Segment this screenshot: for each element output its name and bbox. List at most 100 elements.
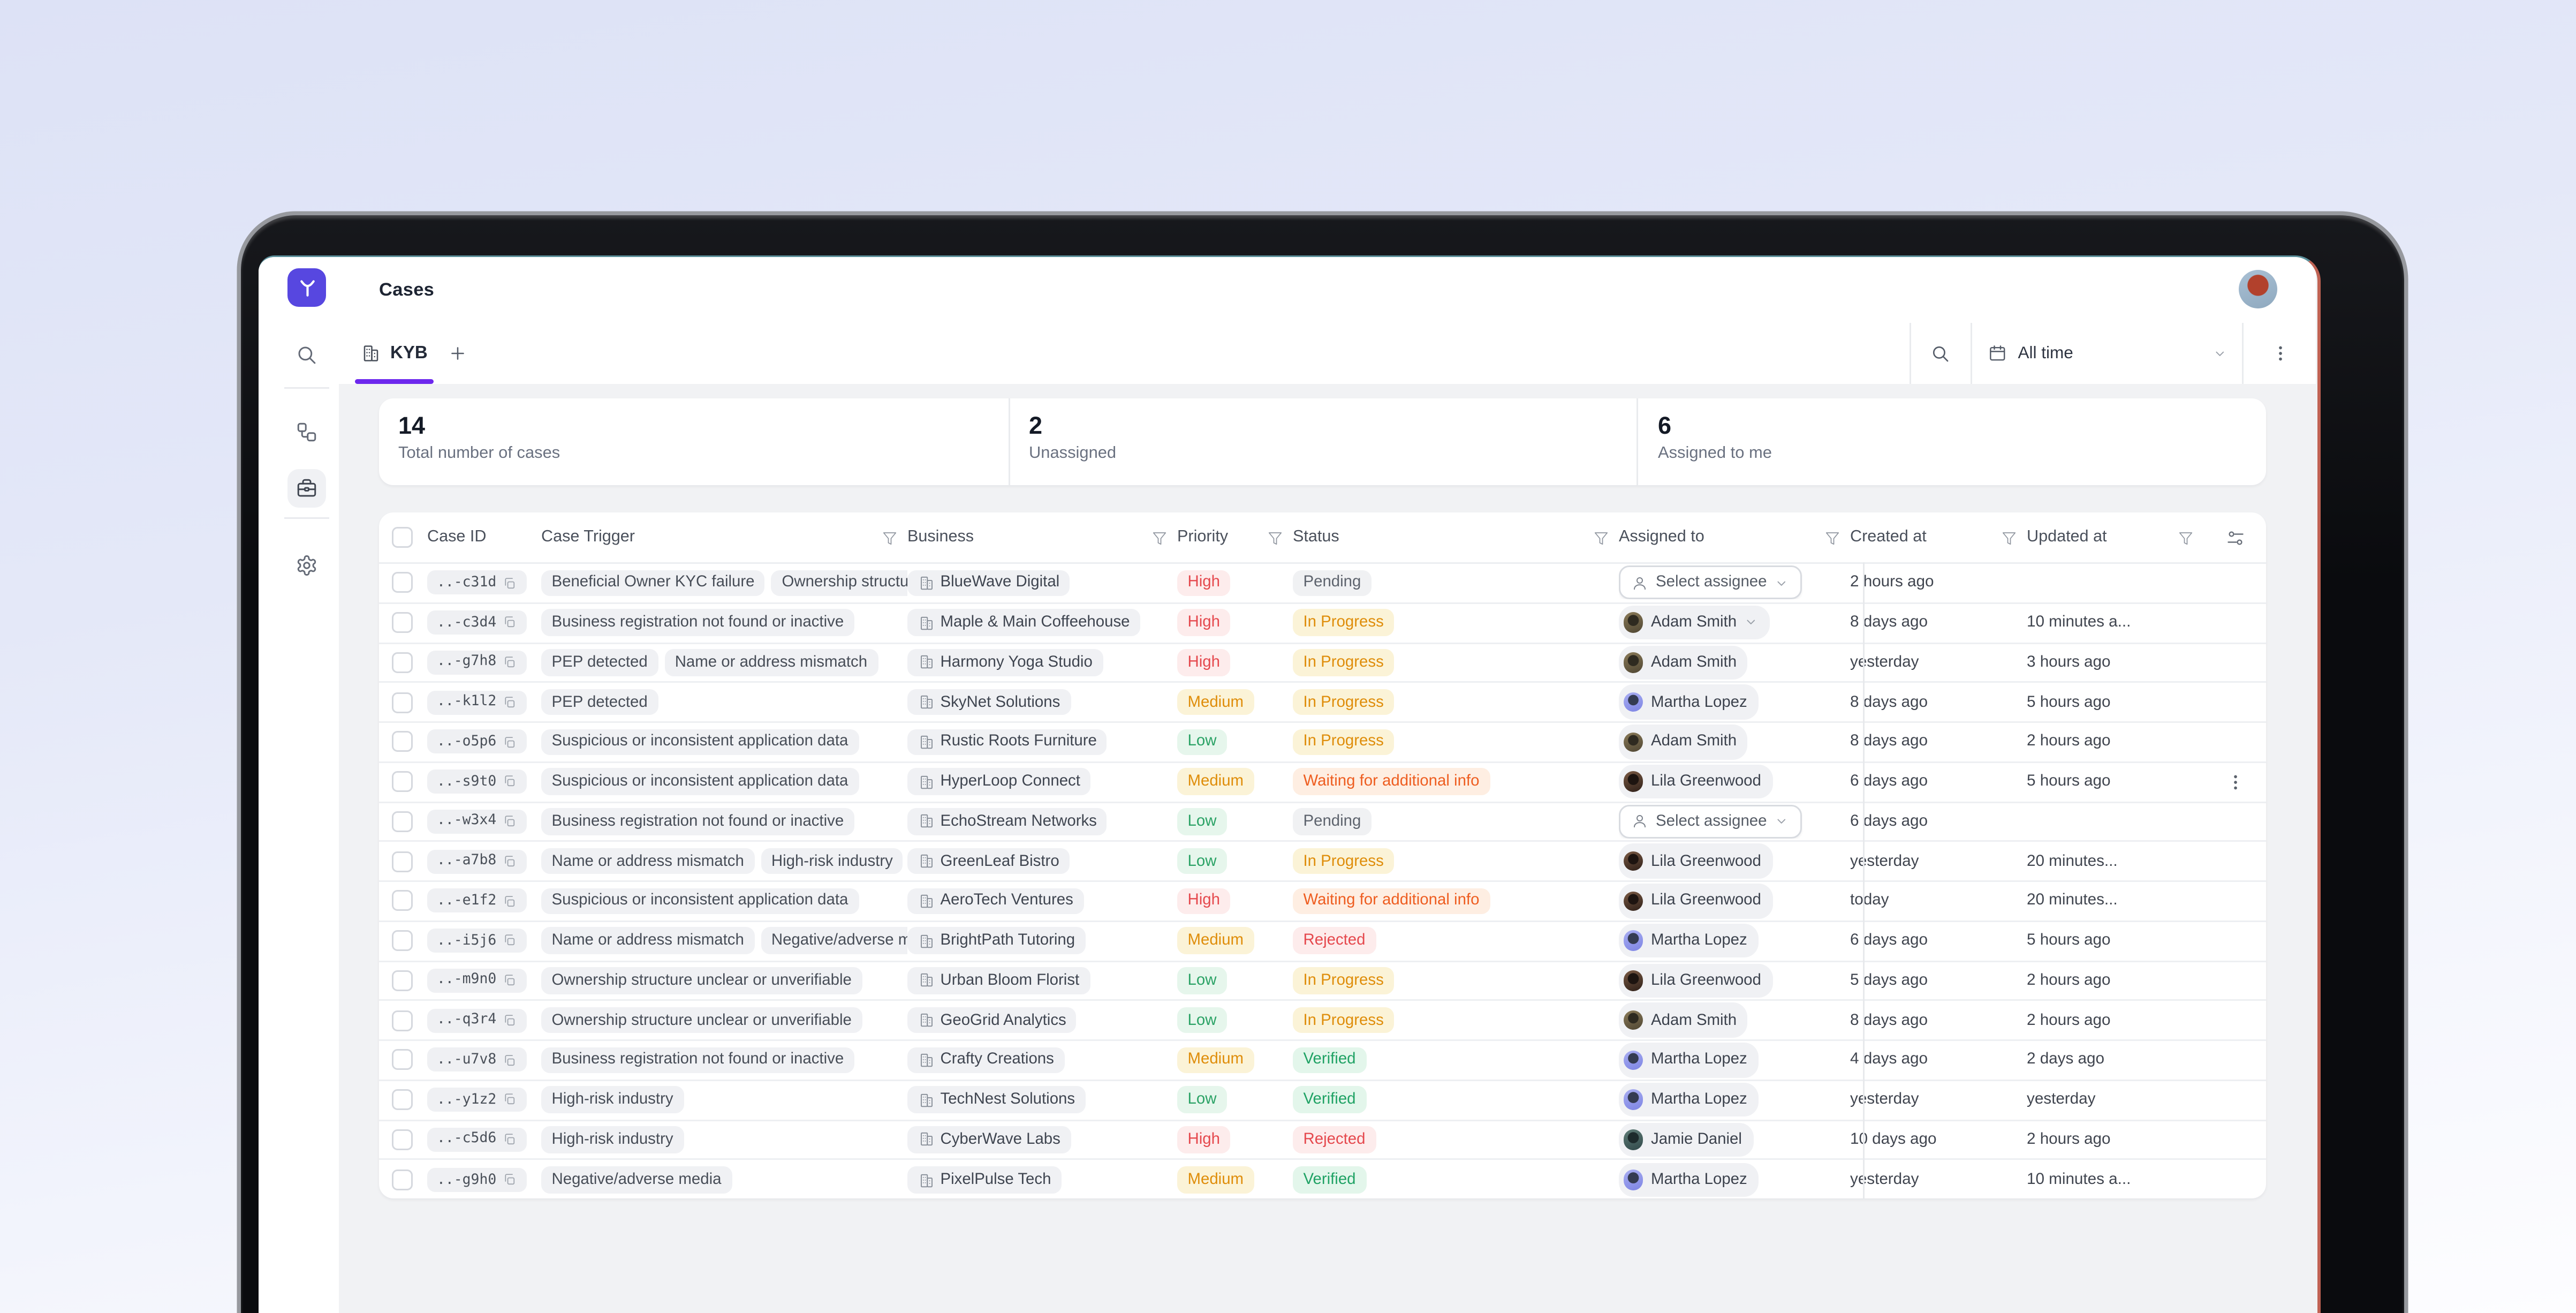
date-range-filter[interactable]: All time: [1972, 323, 2242, 384]
table-search-button[interactable]: [1910, 323, 1972, 384]
case-id-badge[interactable]: ..-c3d4: [427, 610, 526, 635]
business-chip[interactable]: BlueWave Digital: [907, 570, 1070, 597]
case-id-badge[interactable]: ..-s9t0: [427, 769, 526, 794]
add-tab-button[interactable]: [434, 323, 482, 384]
table-row[interactable]: ..-o5p6 Suspicious or inconsistent appli…: [379, 723, 2266, 763]
row-checkbox[interactable]: [392, 1050, 413, 1070]
table-options-button[interactable]: [2242, 323, 2316, 384]
assignee-pill[interactable]: Adam Smith: [1619, 645, 1748, 680]
business-chip[interactable]: GeoGrid Analytics: [907, 1007, 1077, 1034]
business-chip[interactable]: GreenLeaf Bistro: [907, 848, 1070, 875]
business-chip[interactable]: TechNest Solutions: [907, 1086, 1086, 1113]
row-checkbox[interactable]: [392, 1010, 413, 1031]
table-row[interactable]: ..-c3d4 Business registration not found …: [379, 603, 2266, 643]
assignee-pill[interactable]: Lila Greenwood: [1619, 963, 1772, 998]
table-row[interactable]: ..-y1z2 High-risk industry TechNest Solu…: [379, 1081, 2266, 1120]
table-row[interactable]: ..-w3x4 Business registration not found …: [379, 803, 2266, 842]
assignee-pill[interactable]: Martha Lopez: [1619, 1043, 1759, 1077]
filter-button-trigger[interactable]: [882, 530, 898, 546]
case-id-badge[interactable]: ..-q3r4: [427, 1008, 526, 1032]
table-row[interactable]: ..-i5j6 Name or address mismatchNegative…: [379, 922, 2266, 961]
filter-button-updated[interactable]: [2178, 530, 2194, 546]
case-id-badge[interactable]: ..-c31d: [427, 571, 526, 595]
row-checkbox[interactable]: [392, 851, 413, 872]
filter-button-status[interactable]: [1593, 530, 1609, 546]
row-checkbox[interactable]: [392, 1129, 413, 1150]
user-avatar[interactable]: [2239, 270, 2277, 308]
business-chip[interactable]: EchoStream Networks: [907, 808, 1107, 835]
assignee-pill[interactable]: Lila Greenwood: [1619, 765, 1772, 799]
business-chip[interactable]: HyperLoop Connect: [907, 768, 1090, 795]
table-row[interactable]: ..-s9t0 Suspicious or inconsistent appli…: [379, 763, 2266, 802]
case-id-badge[interactable]: ..-y1z2: [427, 1088, 526, 1112]
assignee-pill[interactable]: Adam Smith: [1619, 1003, 1748, 1038]
assignee-pill[interactable]: Adam Smith: [1619, 606, 1770, 640]
table-row[interactable]: ..-g9h0 Negative/adverse media PixelPuls…: [379, 1160, 2266, 1198]
row-checkbox[interactable]: [392, 970, 413, 991]
row-checkbox[interactable]: [392, 692, 413, 713]
assignee-pill[interactable]: Martha Lopez: [1619, 1163, 1759, 1198]
assignee-pill[interactable]: Martha Lopez: [1619, 1083, 1759, 1118]
sidebar-item-search[interactable]: [287, 336, 326, 374]
row-checkbox[interactable]: [392, 811, 413, 832]
filter-button-business[interactable]: [1151, 530, 1168, 546]
assignee-pill[interactable]: Adam Smith: [1619, 725, 1748, 759]
assignee-pill[interactable]: Lila Greenwood: [1619, 884, 1772, 918]
row-checkbox[interactable]: [392, 731, 413, 752]
business-chip[interactable]: Harmony Yoga Studio: [907, 649, 1103, 676]
select-assignee-button[interactable]: Select assignee: [1619, 566, 1801, 600]
tab-kyb[interactable]: KYB: [355, 323, 434, 384]
select-assignee-button[interactable]: Select assignee: [1619, 805, 1801, 839]
case-id-badge[interactable]: ..-g9h0: [427, 1168, 526, 1192]
filter-button-assignee[interactable]: [1824, 530, 1840, 546]
row-checkbox[interactable]: [392, 1089, 413, 1110]
assignee-pill[interactable]: Martha Lopez: [1619, 685, 1759, 720]
business-chip[interactable]: BrightPath Tutoring: [907, 927, 1086, 954]
row-checkbox[interactable]: [392, 891, 413, 911]
table-row[interactable]: ..-c5d6 High-risk industry CyberWave Lab…: [379, 1121, 2266, 1160]
business-chip[interactable]: CyberWave Labs: [907, 1126, 1071, 1153]
filter-button-created[interactable]: [2001, 530, 2017, 546]
case-id-badge[interactable]: ..-u7v8: [427, 1048, 526, 1072]
case-id-badge[interactable]: ..-w3x4: [427, 810, 526, 834]
table-row[interactable]: ..-e1f2 Suspicious or inconsistent appli…: [379, 882, 2266, 922]
row-menu-button[interactable]: [2225, 772, 2245, 791]
row-checkbox[interactable]: [392, 612, 413, 633]
business-chip[interactable]: Rustic Roots Furniture: [907, 729, 1107, 756]
row-checkbox[interactable]: [392, 1169, 413, 1190]
assignee-pill[interactable]: Martha Lopez: [1619, 924, 1759, 959]
row-checkbox[interactable]: [392, 652, 413, 673]
case-id-badge[interactable]: ..-c5d6: [427, 1128, 526, 1152]
table-row[interactable]: ..-u7v8 Business registration not found …: [379, 1041, 2266, 1081]
filter-button-priority[interactable]: [1267, 530, 1283, 546]
business-chip[interactable]: SkyNet Solutions: [907, 689, 1071, 716]
business-chip[interactable]: PixelPulse Tech: [907, 1167, 1062, 1194]
case-id-badge[interactable]: ..-k1l2: [427, 690, 526, 714]
select-all-checkbox[interactable]: [392, 527, 413, 548]
table-row[interactable]: ..-a7b8 Name or address mismatchHigh-ris…: [379, 842, 2266, 882]
sidebar-item-cases[interactable]: [287, 469, 326, 508]
business-chip[interactable]: Maple & Main Coffeehouse: [907, 609, 1140, 636]
table-row[interactable]: ..-m9n0 Ownership structure unclear or u…: [379, 962, 2266, 1001]
case-id-badge[interactable]: ..-o5p6: [427, 730, 526, 754]
row-checkbox[interactable]: [392, 930, 413, 951]
table-row[interactable]: ..-q3r4 Ownership structure unclear or u…: [379, 1001, 2266, 1041]
case-id-badge[interactable]: ..-m9n0: [427, 969, 526, 993]
business-chip[interactable]: AeroTech Ventures: [907, 888, 1084, 915]
business-chip[interactable]: Urban Bloom Florist: [907, 967, 1090, 994]
case-id-badge[interactable]: ..-e1f2: [427, 889, 526, 913]
table-row[interactable]: ..-g7h8 PEP detectedName or address mism…: [379, 644, 2266, 683]
case-id-badge[interactable]: ..-a7b8: [427, 849, 526, 873]
business-chip[interactable]: Crafty Creations: [907, 1047, 1064, 1074]
assignee-pill[interactable]: Lila Greenwood: [1619, 844, 1772, 879]
row-checkbox[interactable]: [392, 572, 413, 593]
table-row[interactable]: ..-k1l2 PEP detected SkyNet Solutions Me…: [379, 683, 2266, 723]
sidebar-item-settings[interactable]: [287, 546, 326, 585]
row-checkbox[interactable]: [392, 771, 413, 792]
app-logo[interactable]: [287, 268, 326, 307]
sidebar-item-workflow[interactable]: [287, 413, 326, 451]
case-id-badge[interactable]: ..-g7h8: [427, 651, 526, 675]
table-row[interactable]: ..-c31d Beneficial Owner KYC failureOwne…: [379, 564, 2266, 603]
column-settings-button[interactable]: [2225, 528, 2245, 547]
assignee-pill[interactable]: Jamie Daniel: [1619, 1122, 1753, 1157]
